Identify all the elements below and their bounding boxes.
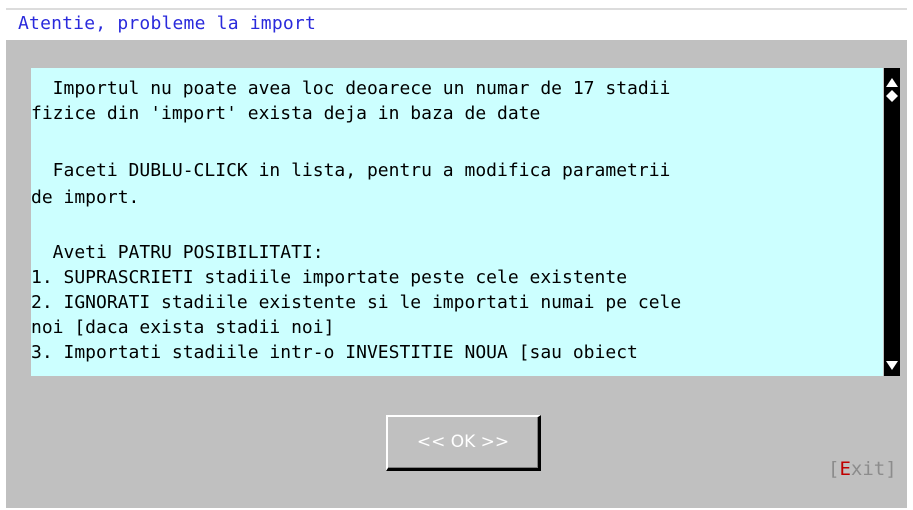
message-line: 3. Importati stadiile intr-o INVESTITIE …: [31, 342, 638, 363]
exit-button[interactable]: [Exit]: [828, 458, 897, 480]
scroll-down-arrow-icon[interactable]: [886, 361, 898, 370]
message-line: Importul nu poate avea loc deoarece un n…: [31, 78, 671, 99]
dialog-title: Atentie, probleme la import: [18, 13, 316, 34]
message-line: 2. IGNORATI stadiile existente si le imp…: [31, 292, 682, 313]
message-line: noi [daca exista stadii noi]: [31, 317, 335, 338]
scroll-up-arrow-icon[interactable]: [886, 78, 898, 87]
message-line: 1. SUPRASCRIETI stadiile importate peste…: [31, 267, 628, 288]
scroll-thumb-diamond-icon[interactable]: [886, 90, 898, 102]
exit-label-rest: xit: [850, 458, 886, 480]
exit-open-bracket: [: [828, 458, 840, 480]
ok-button[interactable]: << OK >>: [386, 415, 541, 471]
message-line: Aveti PATRU POSIBILITATI:: [31, 242, 324, 263]
exit-close-bracket: ]: [885, 458, 897, 480]
ok-button-label: << OK >>: [416, 432, 510, 452]
message-line: Faceti DUBLU-CLICK in lista, pentru a mo…: [31, 160, 671, 181]
message-scrollbar[interactable]: [884, 68, 900, 376]
exit-hotkey-letter: E: [839, 458, 851, 480]
message-textbox[interactable]: Importul nu poate avea loc deoarece un n…: [31, 68, 883, 376]
message-line: de import.: [31, 187, 140, 208]
message-line: fizice din 'import' exista deja in baza …: [31, 103, 541, 124]
import-problems-dialog: Atentie, probleme la import Importul nu …: [6, 8, 907, 508]
title-bar: Atentie, probleme la import: [6, 10, 907, 40]
